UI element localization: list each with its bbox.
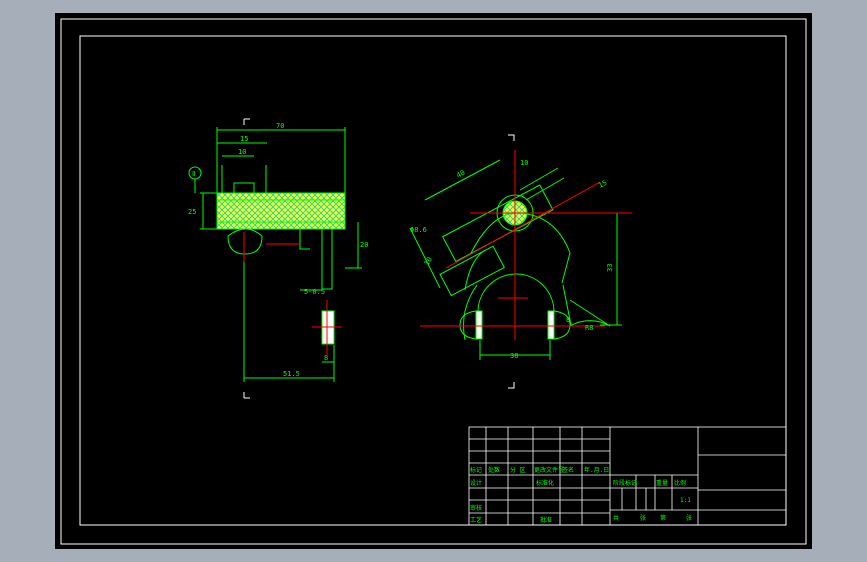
tb-zone: 分 区 bbox=[510, 466, 526, 474]
tb-weight: 重量 bbox=[656, 479, 668, 487]
dim-base-width: 51.5 bbox=[283, 370, 300, 378]
tb-approve: 批准 bbox=[540, 516, 552, 524]
tb-total: 共 bbox=[613, 514, 619, 522]
tb-no: 第 bbox=[660, 514, 666, 522]
tb-review: 审核 bbox=[470, 504, 482, 512]
dim-radius: R8 bbox=[585, 324, 593, 332]
tb-count: 处数 bbox=[488, 466, 500, 474]
dim-pin-width: 8 bbox=[324, 354, 328, 362]
cad-drawing-canvas: 70 15 10 25 20 51.5 8 5-0.5 Ⅱ 40 15 10 3… bbox=[0, 0, 867, 562]
tb-design: 设计 bbox=[470, 479, 482, 487]
tb-date: 年.月.日 bbox=[584, 466, 609, 474]
tb-process: 工艺 bbox=[470, 516, 482, 524]
dim-slot: 10 bbox=[520, 159, 528, 167]
tb-sheet1: 张 bbox=[640, 514, 646, 522]
dim-angle: 8 bbox=[566, 316, 570, 324]
dim-stem-height: 20 bbox=[360, 241, 368, 249]
hatched-bar-section bbox=[216, 192, 346, 230]
tb-standard: 标准化 bbox=[536, 479, 554, 487]
tb-sheet2: 张 bbox=[686, 514, 692, 522]
tb-scale: 1:1 bbox=[680, 497, 691, 504]
dim-diameter: Φ8.6 bbox=[410, 226, 427, 234]
datum-label: Ⅱ bbox=[192, 170, 195, 178]
dim-fork-gap: 38 bbox=[510, 352, 518, 360]
dim-height: 33 bbox=[606, 264, 614, 272]
tb-change-doc: 更改文件号 bbox=[534, 466, 564, 474]
dim-step: 5-0.5 bbox=[304, 288, 325, 296]
dim-overall-width: 70 bbox=[276, 122, 284, 130]
tb-scale-label: 比例 bbox=[674, 479, 686, 487]
dim-top-width: 15 bbox=[240, 135, 248, 143]
dim-left-height: 25 bbox=[188, 208, 196, 216]
drawing-paper bbox=[55, 13, 812, 549]
tb-stage-mark: 阶段标记 bbox=[613, 479, 637, 487]
dim-slot-width: 10 bbox=[238, 148, 246, 156]
tb-signature: 签名 bbox=[562, 466, 574, 474]
tb-mark: 标记 bbox=[470, 466, 482, 474]
